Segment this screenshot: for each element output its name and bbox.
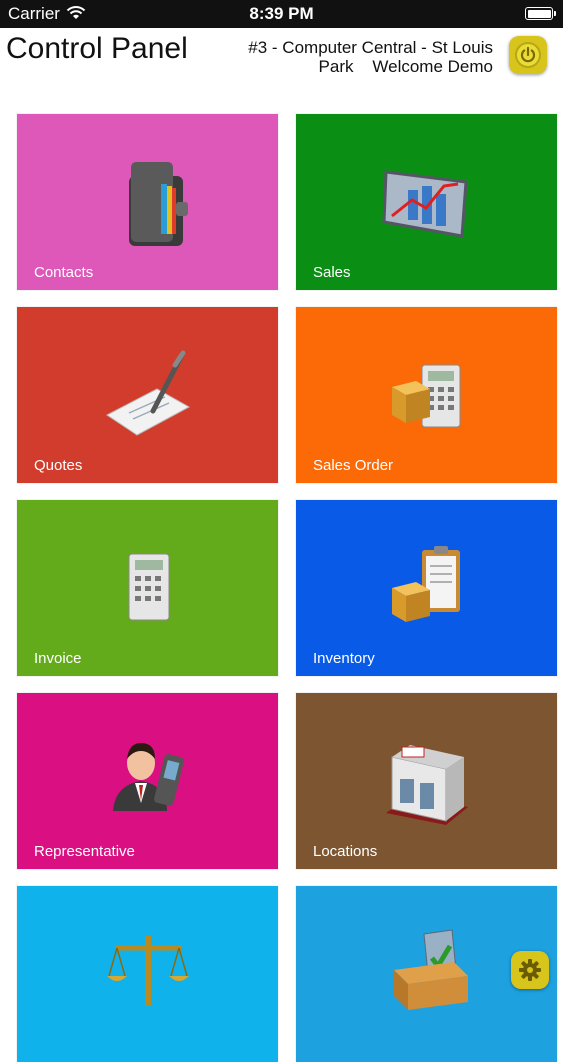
battery-icon bbox=[525, 7, 556, 20]
tile-invoice[interactable]: Invoice bbox=[17, 500, 278, 676]
tile-inventory[interactable]: Inventory bbox=[296, 500, 557, 676]
tile-balance[interactable] bbox=[17, 886, 278, 1062]
tile-label: Quotes bbox=[34, 457, 83, 474]
tile-label: Representative bbox=[34, 843, 135, 860]
tile-sales-order[interactable]: Sales Order bbox=[296, 307, 557, 483]
tile-quotes[interactable]: Quotes bbox=[17, 307, 278, 483]
tile-label: Sales bbox=[313, 264, 351, 281]
gear-icon bbox=[519, 959, 541, 981]
power-icon bbox=[520, 46, 536, 63]
clock: 8:39 PM bbox=[249, 4, 314, 23]
settings-button[interactable] bbox=[511, 951, 549, 989]
tile-label: Locations bbox=[313, 843, 378, 860]
tile-contacts[interactable]: Contacts bbox=[17, 114, 278, 290]
tile-locations[interactable]: Locations bbox=[296, 693, 557, 869]
store-line-1: #3 - Computer Central - St Louis bbox=[248, 38, 493, 57]
scales-icon bbox=[107, 936, 189, 1006]
tile-label: Invoice bbox=[34, 650, 82, 667]
tile-representative[interactable]: Representative bbox=[17, 693, 278, 869]
tile-label: Inventory bbox=[313, 650, 375, 667]
status-bar: Carrier 8:39 PM bbox=[0, 0, 563, 28]
store-info: #3 - Computer Central - St Louis Park We… bbox=[213, 38, 493, 76]
tile-sales[interactable]: Sales bbox=[296, 114, 557, 290]
tile-label: Contacts bbox=[34, 264, 94, 281]
page-title: Control Panel bbox=[6, 32, 188, 65]
store-line-2: Park Welcome Demo bbox=[318, 57, 493, 76]
tile-label: Sales Order bbox=[313, 457, 394, 474]
logout-button[interactable] bbox=[509, 36, 547, 74]
